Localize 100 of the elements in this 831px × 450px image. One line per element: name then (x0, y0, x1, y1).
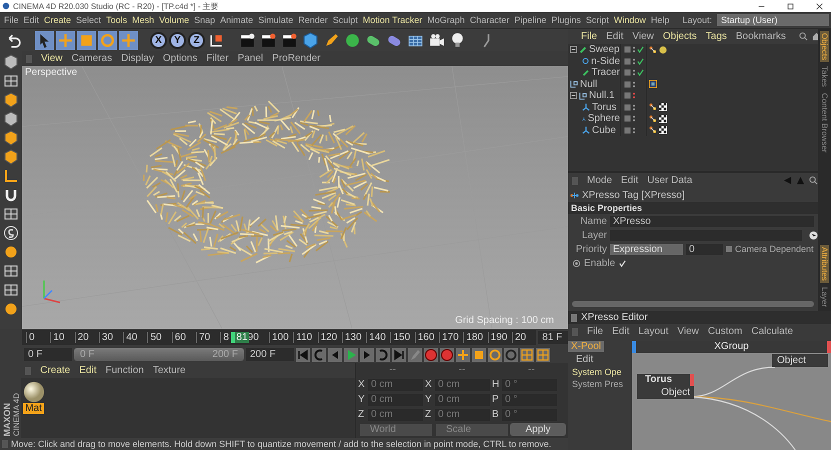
objects-menu-item[interactable]: Bookmarks (736, 31, 786, 42)
scale-icon[interactable] (77, 30, 96, 50)
playhead-marker[interactable]: 81 (231, 332, 249, 343)
camera-dependent-checkbox[interactable] (726, 246, 732, 252)
record-icon[interactable] (424, 348, 438, 362)
objects-menu-item[interactable]: Objects (662, 31, 697, 42)
collapse-icon[interactable] (570, 46, 577, 54)
clapper-icon[interactable] (280, 30, 299, 50)
xgroup-header[interactable]: XGroup (632, 341, 831, 353)
material-preview-icon[interactable] (23, 381, 46, 403)
material-menu-item[interactable]: Texture (152, 365, 186, 376)
visibility-dots-icon[interactable] (632, 46, 636, 54)
size-field[interactable]: 0 cm (435, 408, 490, 420)
pool-list-item[interactable]: System Pres (568, 379, 624, 389)
object-name[interactable]: n-Side (591, 56, 620, 67)
viewport-menu-item[interactable]: Options (162, 53, 198, 64)
xpresso-tag-icon[interactable] (649, 114, 657, 123)
checker-tag-icon[interactable] (659, 114, 667, 123)
axis-lock-button[interactable]: X (150, 32, 167, 48)
size-field[interactable]: 0 cm (435, 378, 490, 390)
xpresso-menu-item[interactable]: File (587, 326, 604, 337)
viewport-menu-item[interactable]: View (41, 53, 62, 64)
layer-box-icon[interactable] (624, 115, 631, 122)
xpresso-menu-item[interactable]: Custom (708, 326, 742, 337)
visibility-dots-icon[interactable] (632, 80, 636, 88)
horizontal-scrollbar[interactable] (572, 301, 814, 307)
circle-icon[interactable] (3, 244, 19, 260)
xpresso-menu-item[interactable]: Layout (638, 326, 668, 337)
cube-icon[interactable] (3, 149, 19, 165)
object-name[interactable]: Sphere (588, 113, 620, 124)
skip-start-icon[interactable] (296, 348, 310, 362)
object-name[interactable]: Null.1 (589, 90, 615, 102)
viewport-menu-item[interactable]: Panel (238, 53, 264, 64)
material-menu-item[interactable]: Create (40, 365, 70, 376)
checker-tag-icon[interactable] (659, 103, 667, 112)
timeline-icon[interactable] (536, 348, 550, 362)
objects-menu-item[interactable]: Edit (606, 31, 624, 42)
name-field[interactable]: XPresso (610, 216, 814, 226)
material-name[interactable]: Mat (23, 403, 44, 414)
node-header[interactable]: Torus (637, 374, 694, 386)
objects-menu-item[interactable]: File (581, 31, 598, 42)
viewport-menu-item[interactable]: Filter (206, 53, 229, 64)
viewport-menu-item[interactable]: Cameras (72, 53, 112, 64)
menu-item[interactable]: Script (586, 15, 609, 25)
panel-grip-icon[interactable] (572, 176, 578, 184)
checker-tag-icon[interactable] (659, 126, 667, 134)
grid-icon[interactable] (520, 348, 534, 362)
menu-item[interactable]: Simulate (258, 15, 294, 25)
menu-item[interactable]: Edit (24, 15, 40, 25)
layer-box-icon[interactable] (624, 92, 631, 100)
priority-number-field[interactable]: 0 (686, 244, 723, 254)
next-key-icon[interactable] (376, 348, 390, 362)
rotation-field[interactable]: 0 ° (502, 378, 557, 390)
section-header[interactable]: Basic Properties (568, 202, 818, 214)
menu-item[interactable]: Pipeline (514, 15, 546, 25)
attributes-menu-item[interactable]: Mode (587, 175, 612, 186)
visibility-dots-icon[interactable] (632, 115, 636, 122)
visibility-dots-icon[interactable] (632, 69, 636, 76)
attributes-menu-item[interactable]: Edit (621, 175, 638, 186)
selection-tag-icon[interactable] (649, 80, 657, 88)
visibility-dots-icon[interactable] (632, 104, 636, 111)
position-field[interactable]: 0 cm (368, 378, 423, 390)
xpresso-tag-icon[interactable] (649, 126, 657, 134)
start-frame-field[interactable]: 0 F (24, 348, 72, 361)
node-port[interactable]: Object (637, 386, 694, 399)
visibility-dots-icon[interactable] (632, 126, 636, 134)
node-canvas[interactable]: Torus Object Object (632, 353, 831, 450)
xpresso-menu-item[interactable]: Calculate (751, 326, 794, 337)
xpresso-tag-icon[interactable] (649, 103, 657, 112)
panel-grip-icon[interactable] (25, 366, 32, 374)
previous-key-icon[interactable] (312, 348, 326, 362)
viewport-menu-item[interactable]: Display (121, 53, 154, 64)
rotation-field[interactable]: 0 ° (502, 394, 557, 406)
hidden-dots-icon[interactable] (632, 92, 636, 100)
cube-icon[interactable] (3, 54, 19, 70)
pool-menu-item[interactable]: Edit (568, 354, 594, 365)
objects-menu-item[interactable]: Tags (706, 31, 727, 42)
next-frame-icon[interactable] (360, 348, 374, 362)
menu-item[interactable]: Mesh (132, 15, 154, 25)
play-icon[interactable] (344, 348, 358, 362)
attributes-menu-item[interactable]: User Data (647, 175, 692, 186)
side-tab[interactable]: Objects (820, 31, 829, 62)
position-field[interactable]: 0 cm (368, 394, 423, 406)
rotation-field[interactable]: 0 ° (502, 408, 557, 420)
menu-item[interactable]: Animate (220, 15, 254, 25)
magnet-icon[interactable] (3, 187, 19, 203)
search-icon[interactable] (809, 176, 818, 185)
layers-icon[interactable] (3, 263, 19, 279)
axis-lock-button[interactable]: Z (188, 32, 205, 48)
skip-end-icon[interactable] (392, 348, 406, 362)
cube-icon[interactable] (3, 111, 19, 127)
object-name[interactable]: Cube (592, 124, 616, 136)
layer-box-icon[interactable] (624, 126, 631, 134)
viewport-menu-item[interactable]: ProRender (272, 53, 321, 64)
side-tab[interactable]: Attributes (820, 245, 829, 283)
xpresso-menu-item[interactable]: Edit (612, 326, 630, 337)
menu-item[interactable]: Help (650, 15, 670, 25)
axis-lock-button[interactable]: Y (169, 32, 186, 48)
move-icon[interactable] (56, 30, 75, 50)
angle-icon[interactable] (3, 168, 19, 184)
